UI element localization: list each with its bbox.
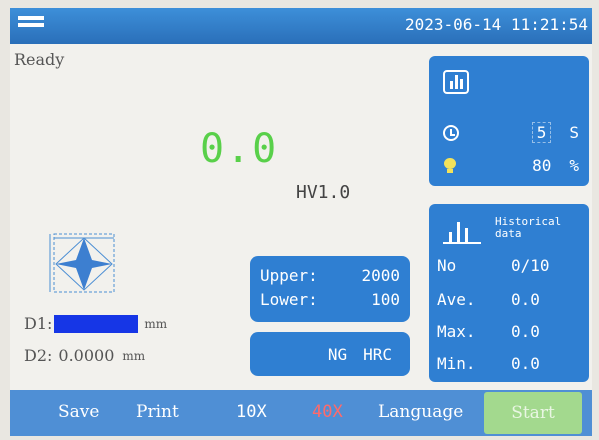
d1-input[interactable] xyxy=(54,314,139,333)
settings-panel[interactable]: 5 S 80 % xyxy=(429,56,589,186)
history-key: Min. xyxy=(437,354,476,373)
save-button[interactable]: Save xyxy=(58,402,99,422)
measurement-screen: Ready 0.0 HV1.0 D1: mm D2: 0.0000 mm Upp… xyxy=(10,44,592,390)
light-level-value: 80 xyxy=(532,156,552,175)
status-text: Ready xyxy=(14,50,65,69)
light-level-unit: % xyxy=(569,156,579,175)
d2-value: 0.0000 xyxy=(58,346,115,365)
history-value: 0.0 xyxy=(511,322,540,341)
history-row: Max. 0.0 xyxy=(437,322,585,341)
dwell-time-unit: S xyxy=(569,123,579,142)
menu-icon[interactable] xyxy=(18,16,44,34)
language-button[interactable]: Language xyxy=(378,402,463,422)
history-row: Ave. 0.0 xyxy=(437,290,585,309)
d1-unit: mm xyxy=(144,316,168,331)
light-level-row[interactable]: 80 % xyxy=(443,156,579,175)
history-row: No 0/10 xyxy=(437,256,585,275)
start-button[interactable]: Start xyxy=(484,392,582,434)
dwell-time-row[interactable]: 5 S xyxy=(443,122,579,143)
d2-label: D2: xyxy=(24,346,53,365)
ng-indicator: NG xyxy=(327,344,348,364)
light-bulb-icon xyxy=(443,157,457,174)
bottom-toolbar: Save Print 10X 40X Language Start xyxy=(10,390,592,436)
conversion-button[interactable]: NG HRC xyxy=(250,332,410,376)
indentation-diagram-icon xyxy=(49,233,115,293)
conversion-unit: HRC xyxy=(363,344,392,364)
history-value: 0.0 xyxy=(511,354,540,373)
history-value: 0.0 xyxy=(511,290,540,309)
upper-value: 2000 xyxy=(361,266,400,285)
bar-chart-icon[interactable] xyxy=(443,70,469,94)
hardness-reading: 0.0 xyxy=(200,126,279,172)
lower-value: 100 xyxy=(371,290,400,309)
lower-label: Lower: xyxy=(260,290,318,309)
print-button[interactable]: Print xyxy=(136,402,179,422)
history-title-line2: data xyxy=(495,227,522,240)
histogram-icon xyxy=(443,218,481,244)
history-row: Min. 0.0 xyxy=(437,354,585,373)
d2-unit: mm xyxy=(122,348,146,363)
clock-icon xyxy=(443,124,459,141)
limits-button[interactable]: Upper: 2000 Lower: 100 xyxy=(250,256,410,322)
dwell-time-value: 5 xyxy=(531,122,552,143)
objective-10x-button[interactable]: 10X xyxy=(236,402,267,422)
datetime-display: 2023-06-14 11:21:54 xyxy=(404,15,588,34)
history-value: 0/10 xyxy=(511,256,550,275)
history-key: Max. xyxy=(437,322,476,341)
d1-row: D1: mm xyxy=(24,314,167,333)
history-panel[interactable]: Historical data No 0/10 Ave. 0.0 Max. 0.0 M… xyxy=(429,204,589,382)
objective-40x-button[interactable]: 40X xyxy=(312,402,343,422)
history-key: Ave. xyxy=(437,290,476,309)
d2-row: D2: 0.0000 mm xyxy=(24,346,145,365)
history-key: No xyxy=(437,256,457,275)
d1-label: D1: xyxy=(24,314,53,333)
upper-label: Upper: xyxy=(260,266,318,285)
hardness-scale: HV1.0 xyxy=(296,182,351,203)
top-bar: 2023-06-14 11:21:54 xyxy=(10,8,592,44)
history-title: Historical data xyxy=(495,216,561,240)
